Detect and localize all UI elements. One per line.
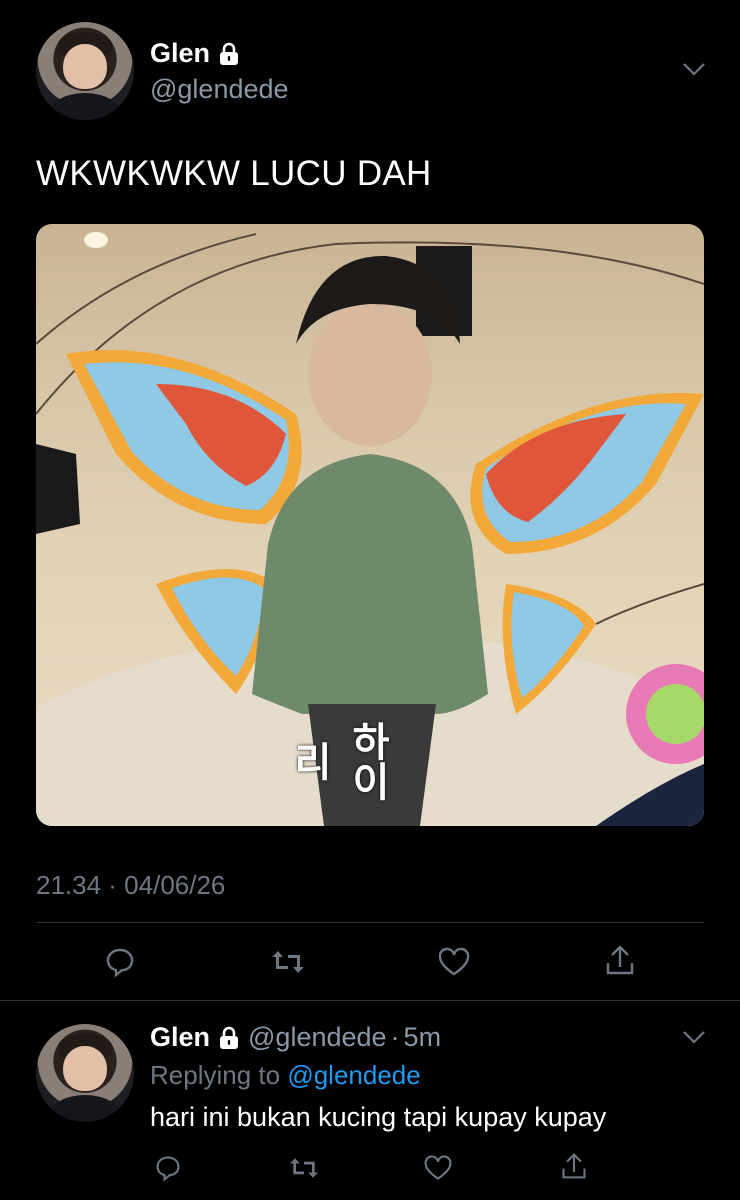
divider <box>36 922 704 923</box>
lock-icon <box>218 1026 240 1050</box>
chevron-down-icon[interactable] <box>682 62 706 76</box>
tweet-media-image[interactable]: 하이리 <box>36 224 704 826</box>
reply-header: Glen @glendede · 5m <box>150 1022 441 1053</box>
share-icon[interactable] <box>600 940 640 980</box>
reply-author-name[interactable]: Glen <box>150 1022 210 1053</box>
divider <box>0 1000 740 1001</box>
like-icon[interactable] <box>434 942 474 982</box>
reply-author-avatar[interactable] <box>36 1024 134 1122</box>
reply-author-handle[interactable]: @glendede <box>248 1022 387 1053</box>
chevron-down-icon[interactable] <box>682 1030 706 1044</box>
author-handle[interactable]: @glendede <box>150 74 289 105</box>
reply-icon[interactable] <box>150 1150 186 1186</box>
media-caption-korean: 하이리 <box>287 721 389 801</box>
replying-to-line: Replying to @glendede <box>150 1060 421 1091</box>
author-name-row: Glen <box>150 38 240 69</box>
retweet-icon[interactable] <box>266 942 310 982</box>
author-avatar[interactable] <box>36 22 134 120</box>
replying-to-label: Replying to <box>150 1060 281 1090</box>
tweet-timestamp[interactable]: 21.34 · 04/06/26 <box>36 870 225 901</box>
tweet-text: WKWKWKW LUCU DAH <box>36 154 432 193</box>
reply-icon[interactable] <box>100 942 140 982</box>
reply-age[interactable]: 5m <box>404 1022 442 1053</box>
author-name[interactable]: Glen <box>150 38 210 69</box>
share-icon[interactable] <box>556 1148 592 1184</box>
reply-text: hari ini bukan kucing tapi kupay kupay <box>150 1102 607 1132</box>
reply-separator: · <box>390 1022 400 1052</box>
like-icon[interactable] <box>420 1150 456 1186</box>
replying-to-handle[interactable]: @glendede <box>287 1060 420 1090</box>
retweet-icon[interactable] <box>284 1150 324 1186</box>
lock-icon <box>218 42 240 66</box>
